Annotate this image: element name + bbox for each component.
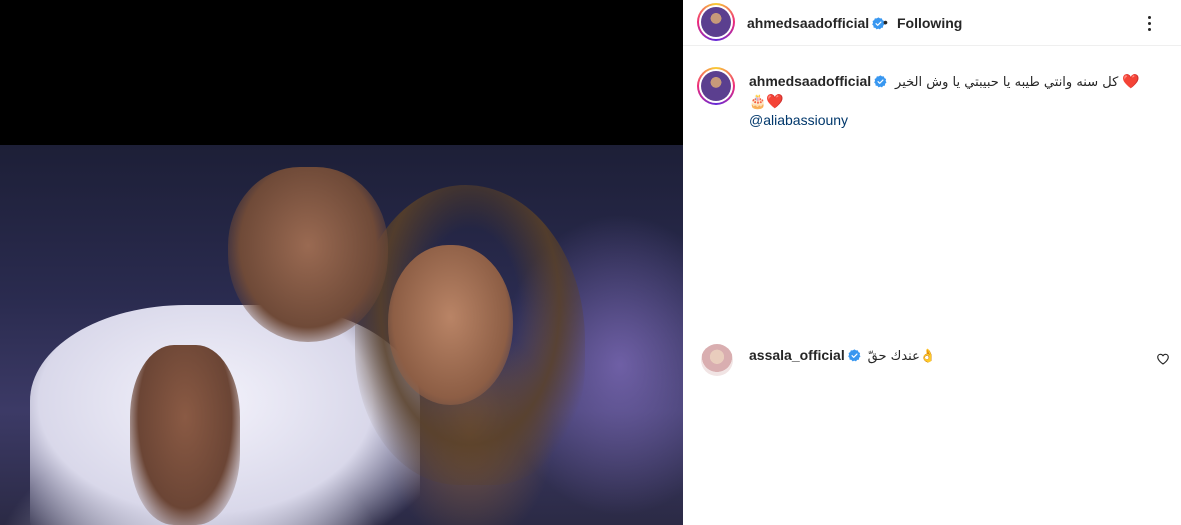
post-photo — [0, 145, 683, 525]
caption-author-link[interactable]: ahmedsaadofficial — [749, 73, 887, 89]
photo-man-head-shape — [228, 167, 388, 342]
avatar-inner — [699, 69, 733, 103]
more-options-icon[interactable] — [1139, 14, 1159, 32]
commenter-username-link[interactable]: assala_official — [749, 347, 861, 363]
comment-body: assala_official عندك حقّ👌 — [749, 347, 936, 364]
commenter-avatar[interactable] — [701, 344, 733, 376]
caption-author-username: ahmedsaadofficial — [749, 73, 872, 89]
caption-mention-link[interactable]: @aliabassiouny — [749, 112, 1169, 128]
post-header: ahmedsaadofficial • Following — [683, 0, 1181, 46]
caption-body: ahmedsaadofficial كل سنه وانتي طيبه يا ح… — [749, 72, 1169, 128]
avatar-image — [701, 7, 731, 37]
photo-chest-shape — [130, 345, 240, 525]
more-dot — [1147, 21, 1151, 25]
caption-author-avatar[interactable] — [697, 67, 735, 105]
caption-line: ahmedsaadofficial كل سنه وانتي طيبه يا ح… — [749, 72, 1169, 92]
verified-badge-icon — [874, 75, 887, 88]
comment-item: assala_official عندك حقّ👌 — [701, 344, 1171, 378]
more-dot — [1147, 27, 1151, 31]
comment-text: عندك حقّ👌 — [867, 349, 937, 364]
verified-badge-icon — [847, 349, 861, 362]
author-avatar[interactable] — [697, 3, 735, 41]
more-dot — [1147, 15, 1151, 19]
post-side-panel: ahmedsaadofficial • Following ahmedsaado… — [683, 0, 1181, 525]
avatar-image — [701, 71, 731, 101]
author-username: ahmedsaadofficial — [747, 15, 870, 31]
avatar-inner — [699, 5, 733, 39]
heart-outline-icon[interactable] — [1156, 352, 1170, 366]
post-media[interactable] — [0, 0, 683, 525]
heart-emoji: ❤️ — [1122, 73, 1140, 89]
following-button[interactable]: Following — [897, 15, 962, 31]
photo-woman-face-shape — [388, 245, 513, 405]
caption-text: كل سنه وانتي طيبه يا حبيبتي يا وش الخير — [895, 75, 1119, 90]
commenter-username: assala_official — [749, 347, 845, 363]
header-dot: • — [883, 14, 888, 30]
caption-emoji-line: 🎂❤️ — [749, 93, 784, 109]
author-username-link[interactable]: ahmedsaadofficial — [747, 15, 885, 31]
